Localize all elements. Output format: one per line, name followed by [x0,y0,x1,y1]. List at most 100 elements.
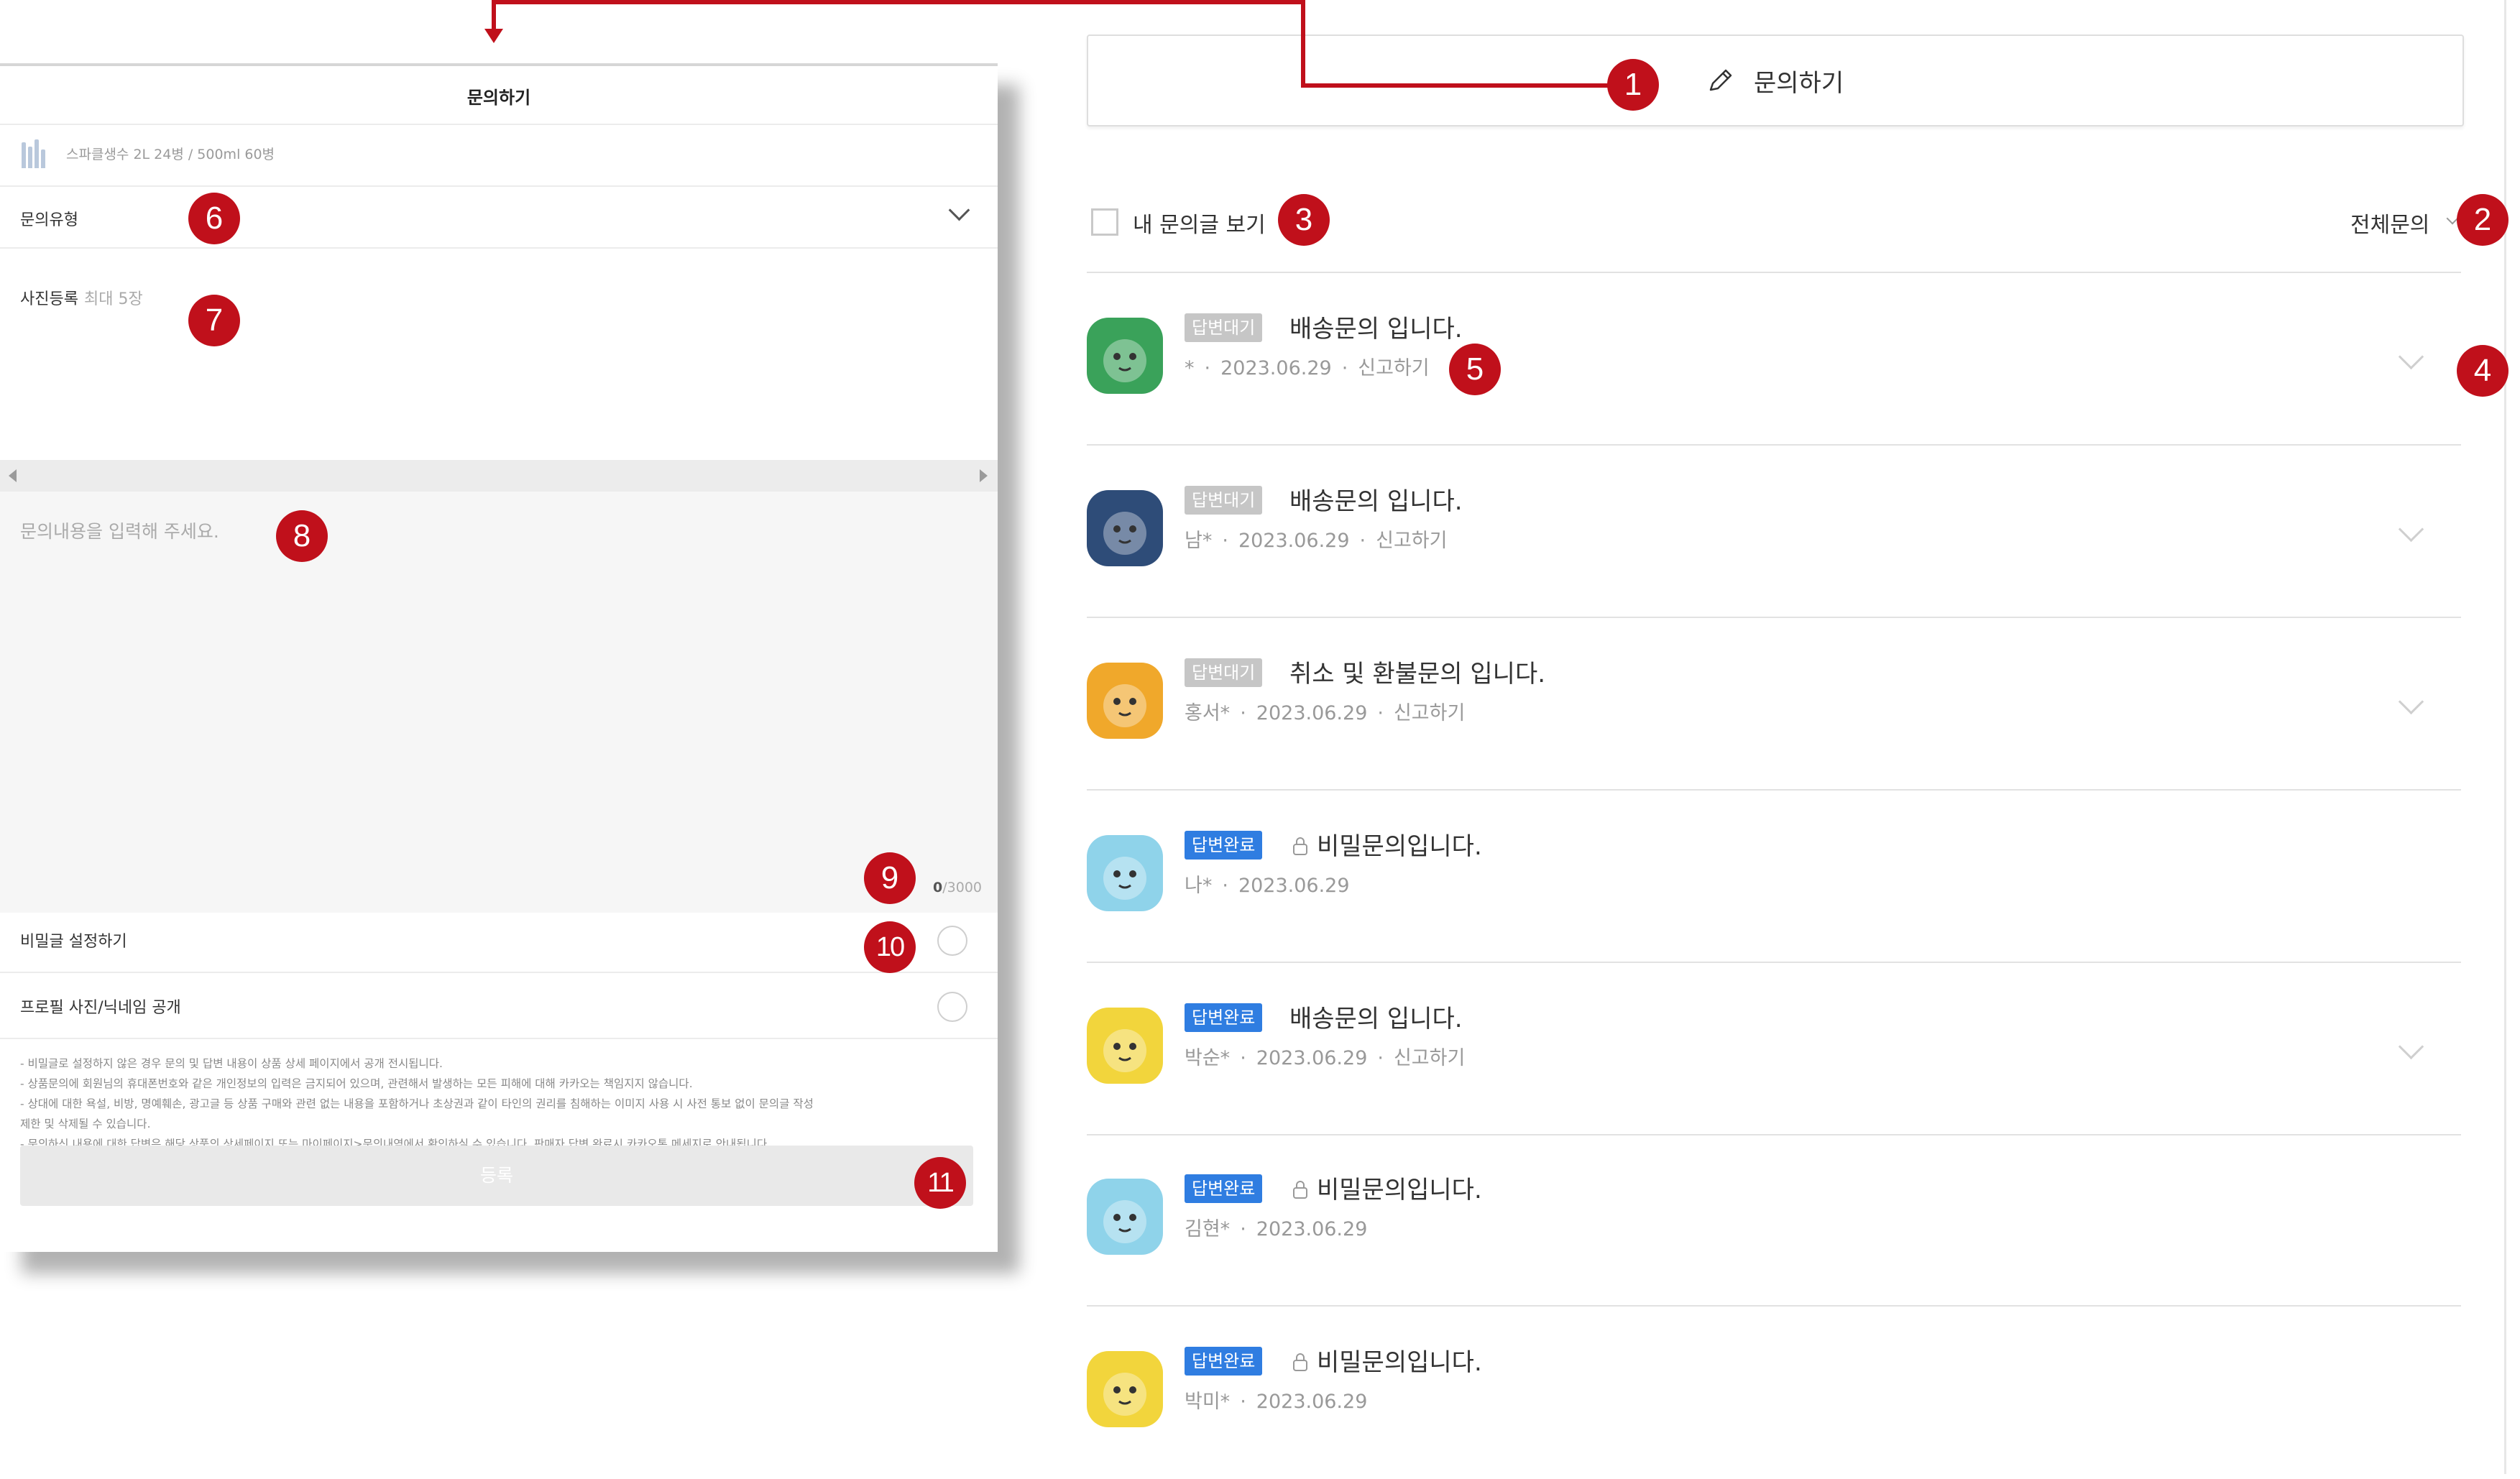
profile-public-radio[interactable] [937,992,967,1022]
post-date: 2023.06.29 [1256,702,1368,724]
inquiry-title[interactable]: 비밀문의입니다. [1317,1170,1482,1205]
status-badge: 답변완료 [1185,831,1263,860]
photo-upload-label[interactable]: 사진등록 최대 5장 [20,286,143,309]
annotation-marker-11: 11 [914,1157,966,1209]
report-link[interactable]: 신고하기 [1394,702,1465,724]
inquiry-row[interactable]: 답변완료 비밀문의입니다. 나* · 2023.06.29 [1087,791,2461,963]
inquiry-title[interactable]: 배송문의 입니다. [1289,999,1463,1034]
annotation-marker-6: 6 [188,193,240,244]
modal-title: 문의하기 [466,88,531,108]
profile-option-label: 프로필 사진/닉네임 공개 [20,999,181,1017]
annotation-marker-3: 3 [1278,194,1330,246]
status-badge: 답변대기 [1185,486,1263,515]
avatar [1087,1179,1163,1255]
inquiry-title[interactable]: 비밀문의입니다. [1317,826,1482,862]
inquiry-title[interactable]: 배송문의 입니다. [1289,482,1463,517]
avatar [1087,490,1163,566]
avatar [1087,1351,1163,1427]
annotation-arrowhead [484,29,503,43]
report-link[interactable]: 신고하기 [1358,357,1429,379]
annotation-marker-8: 8 [276,510,328,562]
inquiry-type-select[interactable]: 문의유형 [0,185,998,247]
write-inquiry-button[interactable]: 문의하기 [1087,34,2464,126]
post-date: 2023.06.29 [1256,1391,1368,1413]
avatar [1087,835,1163,911]
photo-label: 사진등록 [20,290,78,308]
status-badge: 답변완료 [1185,1174,1263,1203]
annotation-marker-5: 5 [1449,344,1501,395]
content-placeholder: 문의내용을 입력해 주세요. [20,521,219,542]
secret-option-label: 비밀글 설정하기 [20,933,127,951]
inquiry-meta: 나* · 2023.06.29 [1185,875,1350,897]
inquiry-title[interactable]: 비밀문의입니다. [1317,1342,1482,1378]
divider [0,124,998,125]
photo-scrollbar[interactable] [0,460,998,492]
annotation-line [1301,83,1639,88]
chevron-down-icon[interactable] [2398,1033,2424,1060]
pencil-icon [1709,69,1732,91]
lock-icon [1293,1181,1307,1199]
product-thumbnail [19,138,52,171]
lock-icon [1293,837,1307,855]
inquiry-row[interactable]: 답변대기 취소 및 환불문의 입니다. 홍서* · 2023.06.29 · 신고하기 [1087,618,2461,791]
post-date: 2023.06.29 [1256,1047,1368,1069]
annotation-marker-1: 1 [1607,59,1659,111]
status-badge: 답변대기 [1185,313,1263,342]
scroll-left-icon[interactable] [9,469,17,482]
status-badge: 답변대기 [1185,658,1263,687]
char-counter: 0/3000 [933,880,982,895]
lock-icon [1293,1353,1307,1371]
my-posts-checkbox[interactable] [1091,208,1118,236]
photo-limit-hint: 최대 5장 [83,290,143,308]
avatar [1087,318,1163,394]
divider [0,1038,998,1039]
inquiry-row[interactable]: 답변대기 배송문의 입니다. 남* · 2023.06.29 · 신고하기 [1087,446,2461,618]
divider [0,247,998,249]
report-link[interactable]: 신고하기 [1394,1047,1465,1069]
secret-radio[interactable] [937,926,967,956]
submit-button[interactable]: 등록 [20,1146,973,1206]
notice-line: - 상대에 대한 욕설, 비방, 명예훼손, 광고글 등 상품 구매와 관련 없… [20,1097,814,1110]
inquiry-title[interactable]: 배송문의 입니다. [1289,309,1463,344]
status-badge: 답변완료 [1185,1347,1263,1376]
annotation-line [492,0,496,30]
post-date: 2023.06.29 [1256,1218,1368,1240]
write-inquiry-label: 문의하기 [1754,69,1844,98]
post-date: 2023.06.29 [1220,357,1332,379]
chevron-down-icon[interactable] [2398,688,2424,715]
inquiry-row[interactable]: 답변완료 비밀문의입니다. 김현* · 2023.06.29 [1087,1134,2461,1307]
annotation-marker-10: 10 [864,921,916,973]
author-name: 박미* [1185,1391,1231,1413]
inquiry-row[interactable]: 답변완료 비밀문의입니다. 박미* · 2023.06.29 [1087,1307,2461,1479]
inquiry-row[interactable]: 답변완료 배송문의 입니다. 박순* · 2023.06.29 · 신고하기 [1087,963,2461,1135]
chevron-down-icon[interactable] [2398,344,2424,370]
my-posts-label[interactable]: 내 문의글 보기 [1133,207,1266,239]
inquiry-content-textarea[interactable]: 문의내용을 입력해 주세요. 0/3000 [0,492,998,913]
chevron-down-icon[interactable] [2398,516,2424,543]
post-date: 2023.06.29 [1238,875,1350,897]
product-name: 스파클생수 2L 24병 / 500ml 60병 [66,147,275,162]
annotation-line [492,0,1305,4]
scroll-right-icon[interactable] [980,469,988,482]
inquiry-filter-dropdown[interactable]: 전체문의 [2350,207,2429,239]
char-count-max: /3000 [942,880,982,895]
status-badge: 답변완료 [1185,1003,1263,1032]
inquiry-title[interactable]: 취소 및 환불문의 입니다. [1289,654,1545,689]
inquiry-meta: 박미* · 2023.06.29 [1185,1391,1368,1413]
notice-line: 제한 및 삭제될 수 있습니다. [20,1118,151,1130]
post-date: 2023.06.29 [1238,530,1350,552]
inquiry-type-label: 문의유형 [20,211,78,229]
inquiry-row[interactable]: 답변대기 배송문의 입니다. * · 2023.06.29 · 신고하기 [1087,273,2461,446]
avatar [1087,663,1163,739]
inquiry-meta: 남* · 2023.06.29 · 신고하기 [1185,530,1448,552]
inquiry-meta: 홍서* · 2023.06.29 · 신고하기 [1185,702,1466,724]
notice-line: - 비밀글로 설정하지 않은 경우 문의 및 답변 내용이 상품 상세 페이지에… [20,1057,443,1070]
author-name: 남* [1185,530,1213,552]
report-link[interactable]: 신고하기 [1376,530,1447,552]
author-name: 박순* [1185,1047,1231,1069]
avatar [1087,1008,1163,1084]
inquiry-meta: 김현* · 2023.06.29 [1185,1218,1368,1240]
inquiry-meta: 박순* · 2023.06.29 · 신고하기 [1185,1047,1466,1069]
divider [0,972,998,973]
notice-line: - 상품문의에 회원님의 휴대폰번호와 같은 개인정보의 입력은 금지되어 있으… [20,1077,693,1090]
